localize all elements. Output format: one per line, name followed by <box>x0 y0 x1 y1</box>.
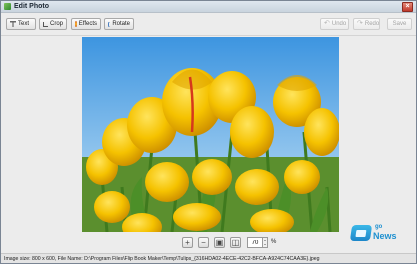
photo-canvas <box>1 36 416 234</box>
effects-button-label: Effects <box>78 21 97 27</box>
redo-icon: ↷ <box>357 20 363 27</box>
undo-icon: ↶ <box>324 20 330 27</box>
actual-size-icon: ◫ <box>231 238 240 247</box>
status-bar: Image size: 800 x 600, File Name: D:\Pro… <box>1 253 416 263</box>
zoom-in-button[interactable]: + <box>182 237 193 248</box>
fit-icon: ▣ <box>215 238 224 247</box>
redo-button[interactable]: ↷ Redo <box>353 18 380 30</box>
zoom-out-button[interactable]: − <box>198 237 209 248</box>
actual-size-button[interactable]: ◫ <box>230 237 241 248</box>
text-icon <box>10 21 16 27</box>
edit-photo-window: Edit Photo × Text Crop Effects Rotate ↶ … <box>0 0 417 264</box>
zoom-spinner[interactable] <box>263 237 268 248</box>
zoom-unit: % <box>271 239 277 245</box>
gonews-watermark: go News <box>349 223 411 245</box>
text-button-label: Text <box>18 21 30 27</box>
fit-to-window-button[interactable]: ▣ <box>214 237 225 248</box>
crop-button[interactable]: Crop <box>39 18 67 30</box>
watermark-go: go <box>375 224 383 230</box>
zoom-in-icon: + <box>185 238 190 247</box>
rotate-icon <box>108 21 111 27</box>
title-bar: Edit Photo × <box>1 1 416 13</box>
rotate-button[interactable]: Rotate <box>104 18 134 30</box>
effects-button[interactable]: Effects <box>71 18 101 30</box>
tulips-photo[interactable] <box>82 37 339 232</box>
effects-icon <box>75 21 77 27</box>
app-icon <box>4 3 11 10</box>
text-button[interactable]: Text <box>6 18 36 30</box>
window-title: Edit Photo <box>14 3 49 10</box>
close-button[interactable]: × <box>402 2 413 12</box>
redo-button-label: Redo <box>364 21 380 27</box>
save-button[interactable]: Save <box>387 18 412 30</box>
gonews-logo-icon <box>349 225 373 241</box>
save-button-label: Save <box>392 21 407 27</box>
crop-icon <box>43 21 48 27</box>
zoom-out-icon: − <box>201 238 206 247</box>
undo-button[interactable]: ↶ Undo <box>320 18 349 30</box>
rotate-button-label: Rotate <box>112 21 130 27</box>
crop-button-label: Crop <box>49 21 63 27</box>
watermark-news: News <box>373 231 397 241</box>
undo-button-label: Undo <box>331 21 347 27</box>
tulips-image <box>82 37 339 232</box>
toolbar: Text Crop Effects Rotate ↶ Undo ↷ Redo S… <box>1 13 416 36</box>
zoom-input[interactable] <box>247 237 263 248</box>
